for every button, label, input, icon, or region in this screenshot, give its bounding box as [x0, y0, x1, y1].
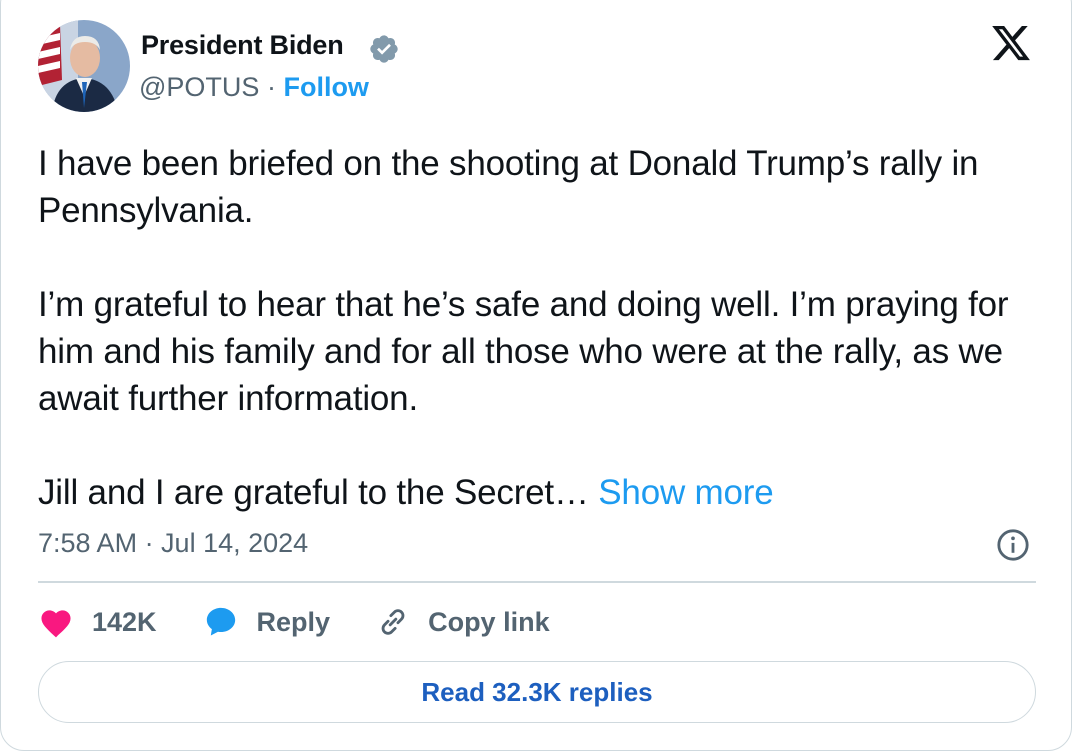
- tweet-body: I have been briefed on the shooting at D…: [38, 144, 1009, 512]
- reply-button[interactable]: Reply: [203, 605, 331, 639]
- author-name[interactable]: President Biden: [141, 30, 344, 61]
- verified-badge-icon: [370, 35, 398, 63]
- copy-link-label: Copy link: [428, 606, 550, 637]
- copy-link-button[interactable]: Copy link: [376, 605, 550, 639]
- author-handle[interactable]: @POTUS: [139, 72, 259, 102]
- author-handle-row: @POTUS · Follow: [139, 72, 369, 103]
- divider: [38, 581, 1036, 583]
- reply-label: Reply: [256, 606, 331, 637]
- like-button[interactable]: 142K: [38, 606, 157, 638]
- avatar[interactable]: [38, 20, 130, 112]
- link-icon: [381, 609, 405, 635]
- tweet-timestamp[interactable]: 7:58 AM · Jul 14, 2024: [38, 528, 308, 559]
- x-logo-icon[interactable]: [990, 22, 1032, 64]
- follow-button[interactable]: Follow: [283, 72, 368, 102]
- info-icon[interactable]: [996, 528, 1030, 562]
- tweet-text: I have been briefed on the shooting at D…: [38, 140, 1048, 516]
- like-count: 142K: [92, 606, 157, 637]
- read-replies-button[interactable]: Read 32.3K replies: [38, 661, 1036, 723]
- show-more-link[interactable]: Show more: [598, 473, 773, 512]
- action-bar: 142K Reply Copy link: [38, 600, 596, 644]
- heart-icon: [41, 610, 71, 638]
- separator-dot: ·: [266, 72, 276, 102]
- reply-bubble-icon: [206, 607, 235, 636]
- read-replies-label: Read 32.3K replies: [421, 676, 653, 707]
